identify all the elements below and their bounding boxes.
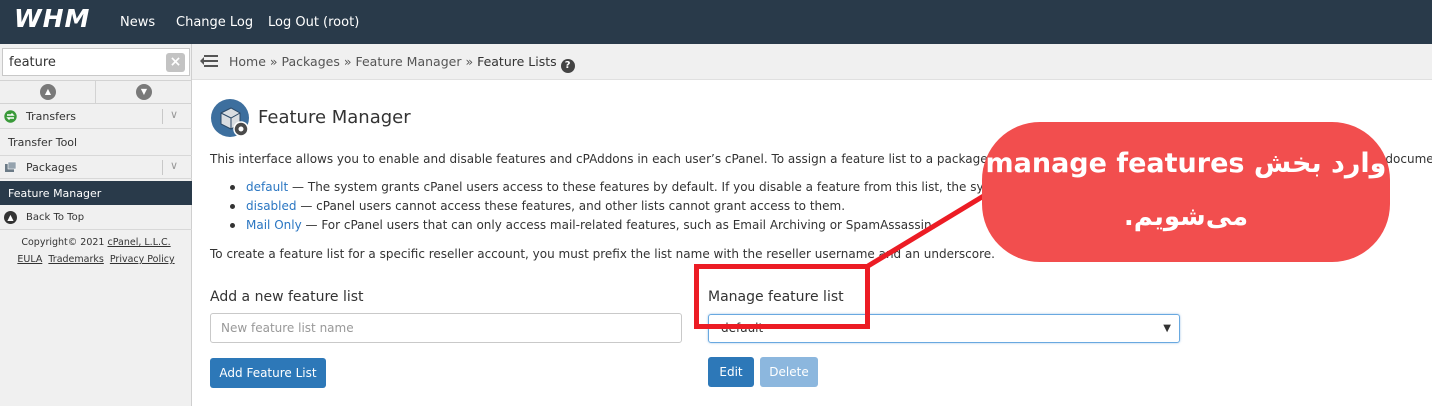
add-feature-list-button[interactable]: Add Feature List [210,358,326,388]
sidebar-category-label: Transfers [26,110,76,123]
breadcrumb-feature-manager[interactable]: Feature Manager [355,54,461,69]
page-title: Feature Manager [258,107,411,128]
sidebar-item-label: Feature Manager [8,187,102,200]
search-input[interactable] [3,49,161,75]
delete-button: Delete [760,357,818,387]
cpanel-link[interactable]: cPanel, L.L.C. [107,237,170,248]
annotation-highlight-box [694,264,870,329]
sidebar-category-transfers[interactable]: Transfers ∨ [0,105,192,129]
privacy-policy-link[interactable]: Privacy Policy [110,254,175,265]
help-icon[interactable]: ? [560,59,575,73]
prefix-note: To create a feature list for a specific … [210,247,995,261]
sidebar-category-packages[interactable]: Packages ∨ [0,155,192,179]
eula-link[interactable]: EULA [17,254,42,265]
packages-icon [5,161,17,172]
annotation-line-1: وارد بخش manage features [985,148,1387,179]
chevron-down-icon: ▼ [1163,323,1171,334]
add-section-title: Add a new feature list [210,289,364,305]
sidebar-item-label: Transfer Tool [8,136,78,149]
sidebar-footer: Copyright© 2021 cPanel, L.L.C. EULA Trad… [17,237,175,265]
disabled-list-link[interactable]: disabled [246,199,297,213]
nav-news[interactable]: News [120,15,155,30]
trademarks-link[interactable]: Trademarks [48,254,103,265]
whm-logo[interactable]: WHM [14,4,90,33]
feature-manager-icon [211,99,249,137]
breadcrumb-bar: Home » Packages » Feature Manager » Feat… [192,44,1432,80]
annotation-bubble: وارد بخش manage features می‌شویم. [982,122,1390,262]
annotation-line-2: می‌شویم. [1123,202,1249,232]
sidebar: × ▲ ▼ Transfers ∨ Transfer Tool Packages… [0,44,192,406]
new-feature-list-input[interactable]: New feature list name [210,313,682,343]
edit-button[interactable]: Edit [708,357,754,387]
breadcrumb-home[interactable]: Home [229,54,266,69]
chevron-down-icon[interactable]: ∨ [170,108,178,121]
sidebar-item-feature-manager[interactable]: Feature Manager [0,181,192,205]
collapse-controls: ▲ ▼ [0,80,192,104]
mail-only-list-link[interactable]: Mail Only [246,218,302,232]
sidebar-search: × [2,48,190,76]
arrow-up-icon: ▲ [4,211,17,224]
transfer-icon [4,110,17,123]
nav-logout[interactable]: Log Out (root) [268,15,359,30]
chevron-down-icon[interactable]: ∨ [170,159,178,172]
expand-all-icon[interactable]: ▼ [136,84,152,100]
sidebar-item-transfer-tool[interactable]: Transfer Tool [0,130,192,154]
breadcrumb-packages[interactable]: Packages [282,54,340,69]
sidebar-category-label: Packages [26,161,78,174]
clear-search-icon[interactable]: × [166,53,185,72]
breadcrumb: Home » Packages » Feature Manager » Feat… [229,54,575,73]
breadcrumb-current: Feature Lists [477,54,557,69]
nav-change-log[interactable]: Change Log [176,15,253,30]
top-bar: WHM News Change Log Log Out (root) [0,0,1432,44]
menu-toggle-icon[interactable] [200,54,218,68]
collapse-all-icon[interactable]: ▲ [40,84,56,100]
back-to-top[interactable]: ▲ Back To Top [0,206,192,230]
default-list-link[interactable]: default [246,180,288,194]
